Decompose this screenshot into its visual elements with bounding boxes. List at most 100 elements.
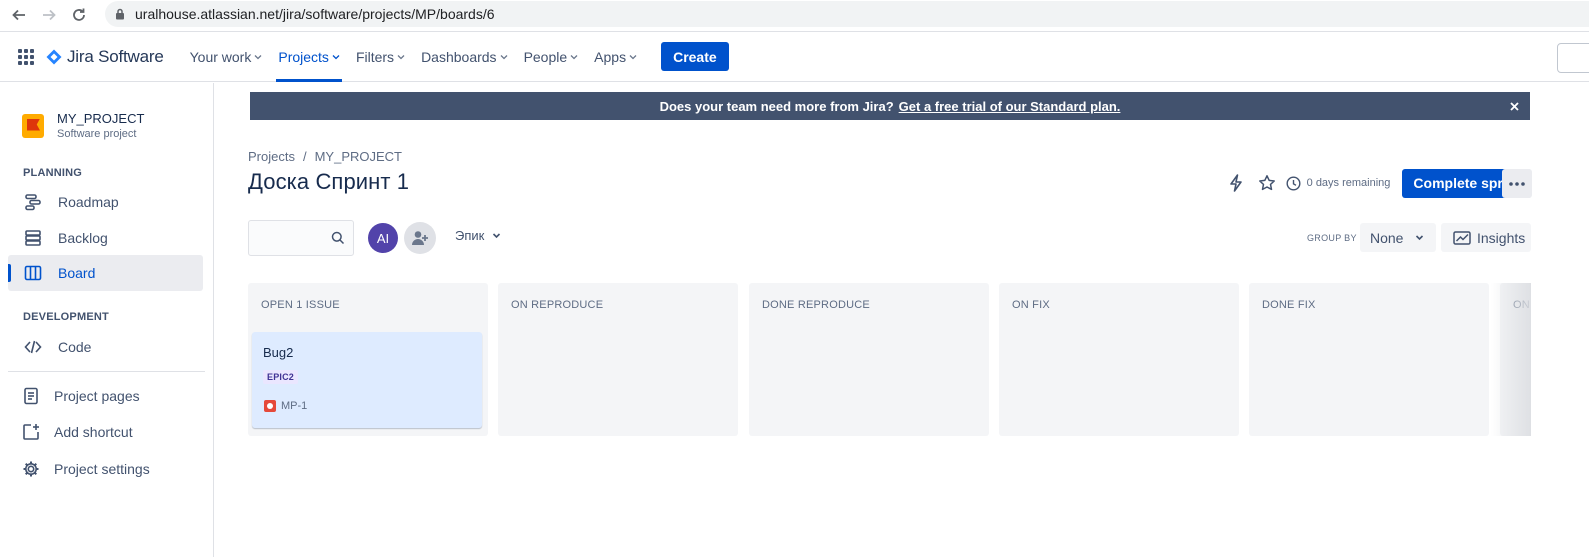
back-arrow-icon[interactable] [8,4,30,26]
url-text: uralhouse.atlassian.net/jira/software/pr… [135,6,495,22]
lock-icon [115,8,125,20]
nav-filters[interactable]: Filters [348,32,413,81]
sidebar-item-label: Project settings [54,461,150,477]
add-people-button[interactable] [404,222,436,254]
clock-icon [1286,175,1301,191]
global-search-input[interactable] [1557,43,1589,73]
board-search-input[interactable] [248,220,354,256]
scroll-fade [1491,283,1531,436]
header-actions: 0 days remaining Complete sprint [1222,168,1531,198]
sidebar-item-label: Backlog [58,230,108,246]
chevron-down-icon [493,233,501,239]
nav-people[interactable]: People [516,32,587,81]
issue-card[interactable]: Bug2 EPIC2 MP-1 [252,332,482,428]
nav-dashboards[interactable]: Dashboards [413,32,516,81]
search-icon [331,231,345,245]
chevron-down-icon [254,54,262,59]
create-button[interactable]: Create [661,42,729,71]
sidebar-item-label: Code [58,339,92,355]
column-title: DONE REPRODUCE [762,299,870,311]
nav-people-label: People [523,48,568,65]
nav-your-work-label: Your work [189,48,252,65]
nav-apps[interactable]: Apps [586,32,645,81]
board-icon [22,264,44,282]
sidebar-item-label: Roadmap [58,194,119,210]
issue-key-row: MP-1 [264,400,307,412]
address-bar[interactable]: uralhouse.atlassian.net/jira/software/pr… [105,1,1589,27]
sidebar-divider [8,371,205,372]
nav-your-work[interactable]: Your work [182,32,271,81]
sidebar-item-backlog[interactable]: Backlog [8,220,203,256]
board-column-on-fix: ON FIX [999,283,1239,436]
jira-logo[interactable]: Jira Software [46,47,164,67]
board-column-done-reproduce: DONE REPRODUCE [749,283,989,436]
banner-text: Does your team need more from Jira? [659,98,894,114]
issue-key[interactable]: MP-1 [281,400,307,412]
project-sidebar: MY_PROJECT Software project PLANNING Roa… [0,83,214,557]
more-horizontal-icon [1509,181,1525,186]
code-icon [22,338,44,356]
avatar[interactable]: AI [368,223,398,253]
project-header[interactable]: MY_PROJECT Software project [22,111,144,140]
project-type: Software project [57,128,137,140]
column-title: ON REPRODUCE [511,299,604,311]
sidebar-item-roadmap[interactable]: Roadmap [8,184,203,220]
bug-icon [264,400,276,412]
nav-apps-label: Apps [594,48,627,65]
column-title: ON FIX [1012,299,1050,311]
group-by-select[interactable]: None [1360,223,1436,252]
sidebar-item-label: Project pages [54,388,140,404]
board-column-open: OPEN 1 ISSUE Bug2 EPIC2 MP-1 [248,283,488,436]
banner-link[interactable]: Get a free trial of our Standard plan. [899,99,1121,114]
forward-arrow-icon[interactable] [38,4,60,26]
nav-projects[interactable]: Projects [270,32,348,82]
chevron-down-icon [570,54,578,59]
sidebar-item-label: Add shortcut [54,424,133,440]
sidebar-item-code[interactable]: Code [8,329,203,365]
group-by-label: GROUP BY [1307,233,1357,243]
planning-heading: PLANNING [23,167,83,179]
chevron-down-icon [629,54,637,59]
reload-icon[interactable] [68,4,90,26]
epic-filter-dropdown[interactable]: Эпик [455,228,501,243]
chevron-down-icon [332,54,340,59]
sidebar-item-label: Board [58,265,96,281]
product-name: Jira Software [67,46,164,66]
breadcrumb-projects[interactable]: Projects [248,149,295,164]
add-shortcut-icon [20,423,42,441]
board-column-on-reproduce: ON REPRODUCE [498,283,738,436]
sprint-time-remaining: 0 days remaining [1286,175,1391,191]
nav-menu: Your work Projects Filters Dashboards Pe… [182,32,729,82]
more-actions-button[interactable] [1502,169,1532,198]
board-column-done-fix: DONE FIX [1249,283,1489,436]
insights-button[interactable]: Insights [1441,223,1531,252]
column-title: DONE FIX [1262,299,1316,311]
sidebar-item-add-shortcut[interactable]: Add shortcut [8,414,203,450]
chart-trend-icon [1453,230,1471,245]
backlog-icon [22,229,44,247]
gear-icon [20,460,42,478]
sidebar-item-board[interactable]: Board [8,255,203,291]
project-name: MY_PROJECT [57,111,145,126]
nav-projects-label: Projects [278,48,329,65]
chevron-down-icon [1416,235,1424,241]
upgrade-banner: Does your team need more from Jira? Get … [250,92,1530,120]
sidebar-item-project-settings[interactable]: Project settings [8,451,203,487]
automation-lightning-icon[interactable] [1222,169,1250,197]
app-switcher-icon[interactable] [18,48,34,65]
days-remaining-text: 0 days remaining [1306,177,1391,189]
breadcrumb-project[interactable]: MY_PROJECT [315,149,402,164]
epic-filter-label: Эпик [455,228,485,243]
browser-toolbar: uralhouse.atlassian.net/jira/software/pr… [0,0,1589,30]
page-icon [20,387,42,405]
close-icon[interactable] [1506,98,1522,114]
star-icon[interactable] [1253,169,1281,197]
chevron-down-icon [500,54,508,59]
breadcrumb-separator: / [302,149,307,164]
column-title: OPEN 1 ISSUE [261,299,340,311]
roadmap-icon [22,193,44,211]
add-person-icon [412,231,428,245]
sidebar-item-project-pages[interactable]: Project pages [8,378,203,414]
issue-summary: Bug2 [263,345,294,360]
project-avatar [22,113,44,138]
